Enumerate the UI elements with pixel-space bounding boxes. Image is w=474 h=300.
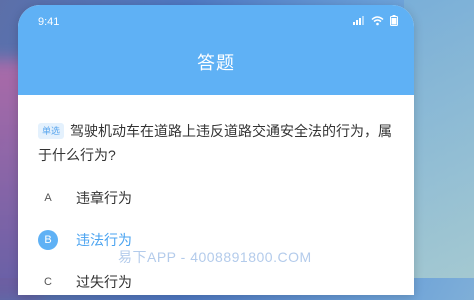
option-c[interactable]: C 过失行为 [38, 271, 394, 293]
option-letter: C [44, 276, 52, 288]
background-decoration-right [404, 0, 474, 278]
wifi-icon [371, 15, 384, 29]
watermark: 易下APP - 4008891800.COM [118, 249, 312, 265]
option-letter: A [44, 192, 52, 204]
signal-icon [353, 16, 365, 28]
status-time: 9:41 [38, 16, 60, 28]
question-text: 驾驶机动车在道路上违反道路交通安全法的行为，属于什么行为? [38, 123, 393, 163]
battery-icon [390, 15, 398, 29]
option-a[interactable]: A 违章行为 [38, 187, 394, 209]
app-header: 9:41 答题 [18, 5, 414, 95]
question-type-badge: 单选 [38, 123, 65, 139]
status-bar: 9:41 [18, 5, 414, 39]
question: 单选 驾驶机动车在道路上违反道路交通安全法的行为，属于什么行为? [38, 119, 394, 167]
option-letter-selected: B [38, 230, 58, 250]
option-text: 违章行为 [76, 190, 132, 206]
option-text: 过失行为 [76, 274, 132, 290]
status-icons [353, 15, 398, 29]
page-title: 答题 [197, 53, 235, 73]
